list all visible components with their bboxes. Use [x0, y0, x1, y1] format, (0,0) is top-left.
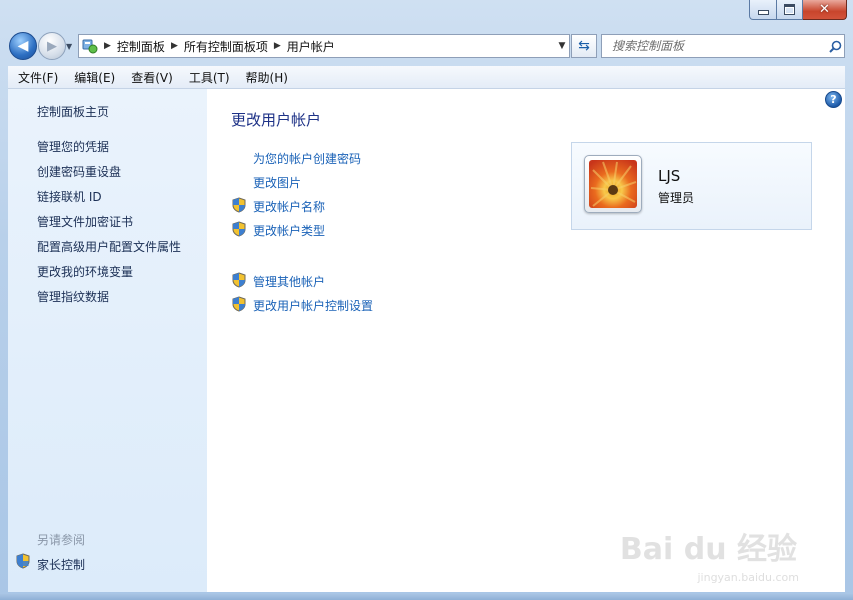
- avatar[interactable]: [584, 155, 642, 213]
- caption-buttons: ✕: [749, 0, 847, 20]
- window-frame: ✕ ◀ ▶ ▼ ▶ 控制面板 ▶ 所有控制面板项 ▶ 用户帐户 ▼ ⇆ 搜索控制…: [0, 0, 853, 600]
- task-change-picture[interactable]: 更改图片: [253, 174, 301, 191]
- sidebar-create-reset-disk[interactable]: 创建密码重设盘: [37, 163, 121, 180]
- search-icon[interactable]: [826, 40, 844, 53]
- account-card: LJS 管理员: [571, 142, 812, 230]
- minimize-button[interactable]: [749, 0, 777, 20]
- maximize-icon: [784, 4, 795, 15]
- refresh-button[interactable]: ⇆: [571, 34, 597, 58]
- search-input[interactable]: [602, 38, 826, 54]
- arrow-left-icon: ◀: [17, 38, 29, 54]
- baidu-watermark-url: jingyan.baidu.com: [697, 571, 799, 584]
- menu-file[interactable]: 文件(F): [8, 69, 64, 86]
- navigation-bar: ◀ ▶ ▼ ▶ 控制面板 ▶ 所有控制面板项 ▶ 用户帐户 ▼ ⇆: [0, 28, 853, 64]
- breadcrumb-separator-icon[interactable]: ▶: [104, 41, 111, 51]
- address-history-dropdown[interactable]: ▼: [555, 41, 569, 51]
- sidebar-environment-variables[interactable]: 更改我的环境变量: [37, 263, 133, 280]
- sidebar-manage-credentials[interactable]: 管理您的凭据: [37, 138, 109, 155]
- window-bottom-border: [0, 594, 853, 600]
- breadcrumb-all-items[interactable]: 所有控制面板项: [184, 38, 268, 55]
- menu-bar: 文件(F) 编辑(E) 查看(V) 工具(T) 帮助(H): [8, 66, 845, 89]
- breadcrumb-separator-icon[interactable]: ▶: [171, 41, 178, 51]
- sidebar: 控制面板主页 管理您的凭据 创建密码重设盘 链接联机 ID 管理文件加密证书 配…: [8, 89, 207, 592]
- search-box[interactable]: [601, 34, 845, 58]
- menu-tools[interactable]: 工具(T): [179, 69, 236, 86]
- task-change-account-name[interactable]: 更改帐户名称: [253, 198, 325, 215]
- see-also-heading: 另请参阅: [37, 533, 86, 547]
- shield-icon: [231, 197, 247, 213]
- baidu-watermark: Bai du 经验: [619, 532, 797, 567]
- menu-help[interactable]: 帮助(H): [236, 69, 294, 86]
- sidebar-parental-controls[interactable]: 家长控制: [37, 556, 85, 573]
- menu-edit[interactable]: 编辑(E): [64, 69, 121, 86]
- content-area: 控制面板主页 管理您的凭据 创建密码重设盘 链接联机 ID 管理文件加密证书 配…: [8, 89, 845, 592]
- address-bar[interactable]: ▶ 控制面板 ▶ 所有控制面板项 ▶ 用户帐户 ▼: [78, 34, 570, 58]
- back-button[interactable]: ◀: [9, 32, 37, 60]
- account-role: 管理员: [658, 191, 695, 205]
- shield-icon: [231, 296, 247, 312]
- minimize-icon: [757, 10, 769, 15]
- close-button[interactable]: ✕: [803, 0, 847, 20]
- close-icon: ✕: [819, 2, 830, 17]
- sidebar-manage-certificates[interactable]: 管理文件加密证书: [37, 213, 133, 230]
- task-manage-other-accounts[interactable]: 管理其他帐户: [253, 273, 325, 290]
- task-uac-settings[interactable]: 更改用户帐户控制设置: [253, 297, 373, 314]
- arrow-right-icon: ▶: [47, 38, 57, 54]
- breadcrumb-control-panel[interactable]: 控制面板: [117, 38, 165, 55]
- sidebar-link-online-id[interactable]: 链接联机 ID: [37, 188, 102, 205]
- flower-picture-icon: [589, 160, 637, 208]
- breadcrumb-separator-icon[interactable]: ▶: [274, 41, 281, 51]
- refresh-icon: ⇆: [578, 38, 590, 54]
- task-change-account-type[interactable]: 更改帐户类型: [253, 222, 325, 239]
- control-panel-icon: [82, 38, 98, 54]
- shield-icon: [231, 221, 247, 237]
- breadcrumb-user-accounts[interactable]: 用户帐户: [287, 38, 335, 55]
- sidebar-fingerprint-data[interactable]: 管理指纹数据: [37, 288, 109, 305]
- recent-pages-dropdown[interactable]: ▼: [66, 42, 72, 51]
- sidebar-control-panel-home[interactable]: 控制面板主页: [37, 103, 109, 120]
- shield-icon: [231, 272, 247, 288]
- account-name: LJS: [658, 167, 681, 185]
- shield-icon: [15, 553, 31, 572]
- help-icon[interactable]: ?: [825, 91, 842, 108]
- sidebar-profile-properties[interactable]: 配置高级用户配置文件属性: [37, 238, 181, 255]
- page-title: 更改用户帐户: [231, 111, 322, 129]
- maximize-button[interactable]: [777, 0, 803, 20]
- forward-button[interactable]: ▶: [38, 32, 66, 60]
- task-create-password[interactable]: 为您的帐户创建密码: [253, 150, 361, 167]
- menu-view[interactable]: 查看(V): [121, 69, 179, 86]
